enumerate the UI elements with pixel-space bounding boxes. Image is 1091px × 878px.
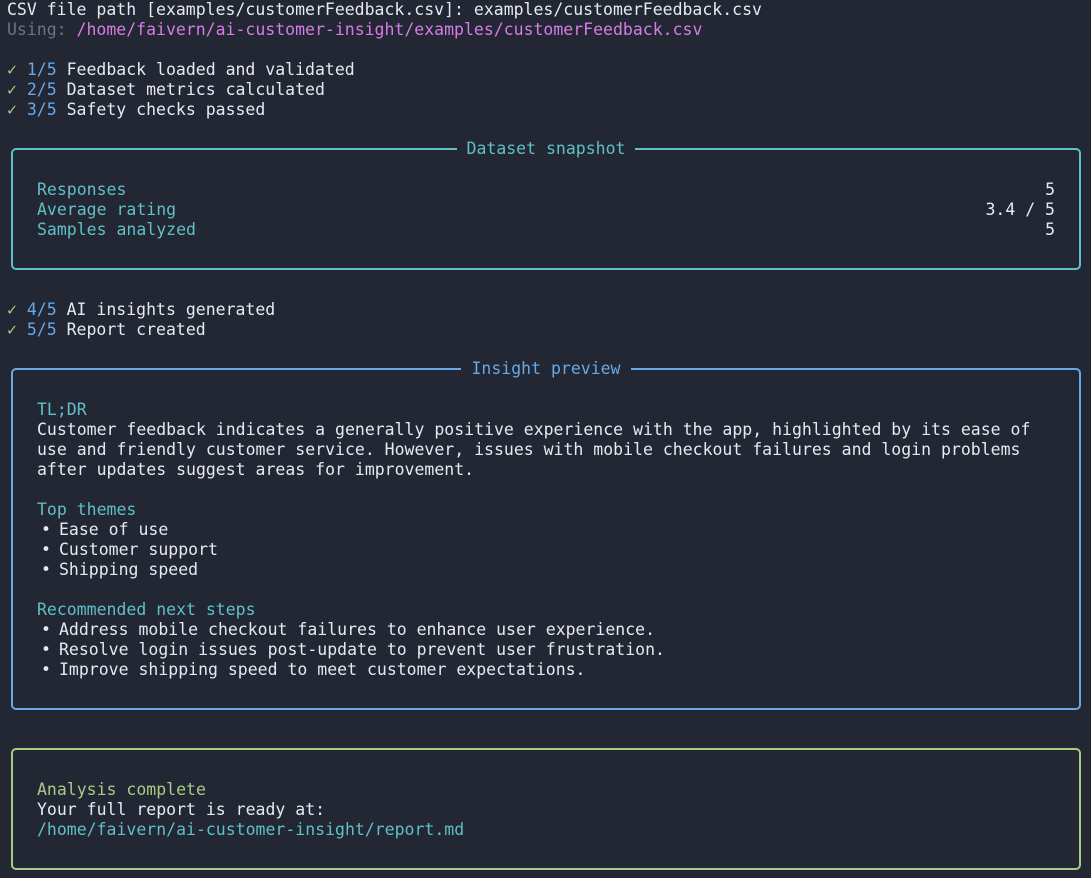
check-icon: ✓ xyxy=(7,300,17,319)
step-line-3: ✓ 3/5 Safety checks passed xyxy=(7,100,265,120)
next-step-item: Resolve login issues post-update to prev… xyxy=(41,640,665,660)
next-steps-heading: Recommended next steps xyxy=(37,600,256,619)
using-path-line: Using: /home/faivern/ai-customer-insight… xyxy=(7,20,702,40)
next-step-item: Improve shipping speed to meet customer … xyxy=(41,660,585,680)
check-icon: ✓ xyxy=(7,60,17,79)
panel-title: Dataset snapshot xyxy=(13,139,1079,159)
check-icon: ✓ xyxy=(7,80,17,99)
step-counter: 5/5 xyxy=(26,320,57,339)
metric-value-average-rating: 3.4 / 5 xyxy=(985,200,1055,219)
next-step-item: Address mobile checkout failures to enha… xyxy=(41,620,655,640)
theme-item: Customer support xyxy=(41,540,218,560)
theme-item: Ease of use xyxy=(41,520,168,540)
metric-label-average-rating: Average rating xyxy=(37,200,177,219)
analysis-complete-heading: Analysis complete xyxy=(37,780,206,799)
report-path-link[interactable]: /home/faivern/ai-customer-insight/report… xyxy=(37,820,464,840)
step-counter: 1/5 xyxy=(26,60,57,79)
step-counter: 3/5 xyxy=(26,100,57,119)
report-ready-message: Your full report is ready at: xyxy=(37,800,326,819)
check-icon: ✓ xyxy=(7,100,17,119)
step-line-4: ✓ 4/5 AI insights generated xyxy=(7,300,275,320)
top-themes-heading: Top themes xyxy=(37,500,137,519)
metric-label-samples: Samples analyzed xyxy=(37,220,196,239)
step-line-2: ✓ 2/5 Dataset metrics calculated xyxy=(7,80,325,100)
using-path: /home/faivern/ai-customer-insight/exampl… xyxy=(76,20,703,39)
step-label: Report created xyxy=(66,320,206,339)
step-label: Dataset metrics calculated xyxy=(66,80,325,99)
step-counter: 4/5 xyxy=(26,300,57,319)
theme-item: Shipping speed xyxy=(41,560,198,580)
step-label: AI insights generated xyxy=(66,300,276,319)
csv-path-prompt[interactable]: CSV file path [examples/customerFeedback… xyxy=(7,0,762,20)
insight-preview-panel: Insight preview TL;DR Customer feedback … xyxy=(11,359,1081,710)
metric-value-responses: 5 xyxy=(1045,180,1055,199)
check-icon: ✓ xyxy=(7,320,17,339)
using-label: Using: xyxy=(7,20,77,39)
step-counter: 2/5 xyxy=(26,80,57,99)
step-label: Safety checks passed xyxy=(66,100,266,119)
insight-preview-title: Insight preview xyxy=(461,359,631,378)
tldr-line-3: after updates suggest areas for improvem… xyxy=(37,460,475,479)
step-line-1: ✓ 1/5 Feedback loaded and validated xyxy=(7,60,355,80)
tldr-heading: TL;DR xyxy=(37,400,87,419)
metric-value-samples: 5 xyxy=(1045,220,1055,239)
dataset-snapshot-title: Dataset snapshot xyxy=(456,139,636,158)
metric-label-responses: Responses xyxy=(37,180,127,199)
tldr-line-2: use and friendly customer service. Howev… xyxy=(37,440,1021,459)
dataset-snapshot-panel: Dataset snapshot Responses 5 Average rat… xyxy=(11,139,1081,270)
tldr-line-1: Customer feedback indicates a generally … xyxy=(37,420,1031,439)
panel-title: Insight preview xyxy=(13,359,1079,379)
step-line-5: ✓ 5/5 Report created xyxy=(7,320,206,340)
step-label: Feedback loaded and validated xyxy=(66,60,355,79)
analysis-complete-panel: Analysis complete Your full report is re… xyxy=(11,748,1081,870)
